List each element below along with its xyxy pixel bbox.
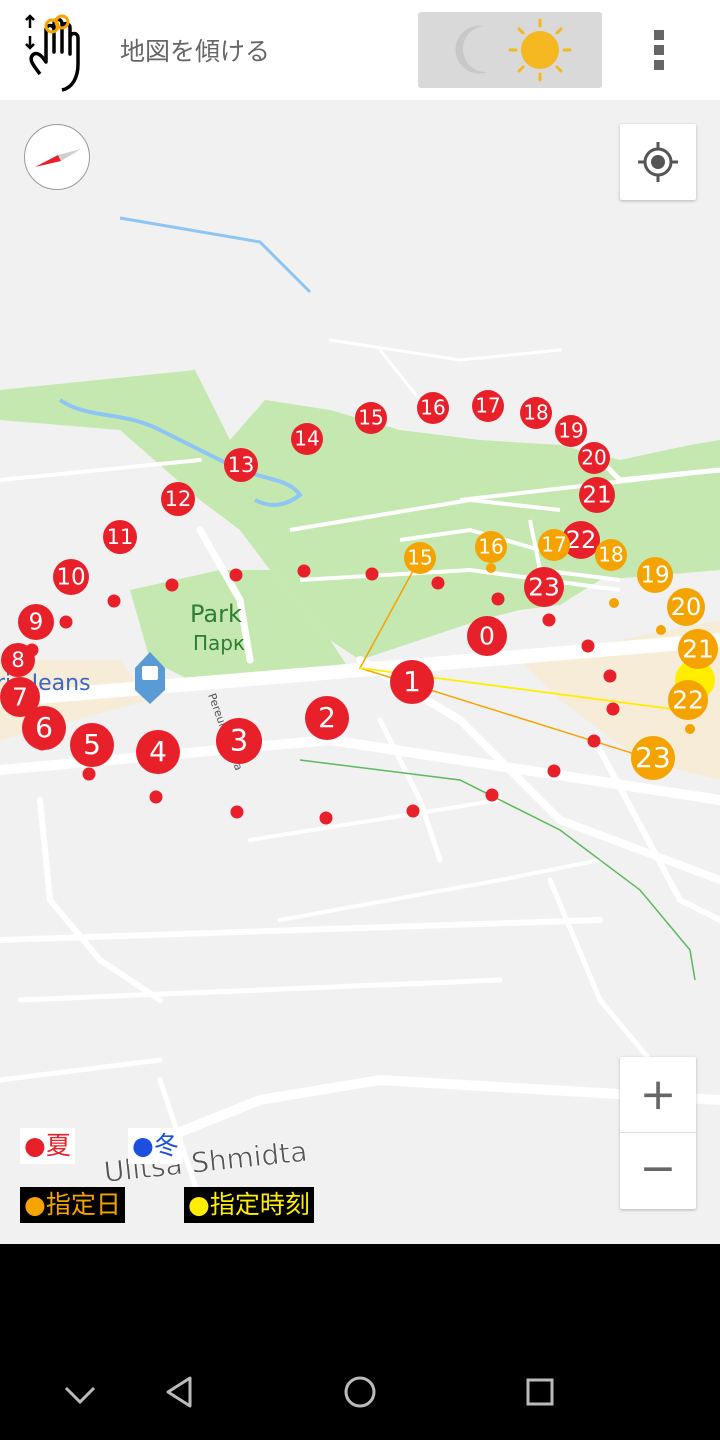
system-navbar bbox=[0, 1244, 720, 1440]
date-hour-marker-label: 20 bbox=[671, 593, 702, 621]
legend-summer: ●夏 bbox=[20, 1128, 75, 1164]
summer-hour-marker-label: 12 bbox=[165, 487, 192, 511]
date-hour-marker-label: 15 bbox=[407, 546, 432, 570]
sun-path-dot bbox=[229, 568, 243, 582]
hand-swipe-icon[interactable] bbox=[18, 12, 104, 92]
sun-path-dot bbox=[431, 576, 445, 590]
sun-path-dot bbox=[486, 563, 496, 573]
summer-hour-marker-label: 21 bbox=[582, 483, 611, 509]
summer-hour-marker-label: 13 bbox=[228, 453, 255, 477]
summer-hour-marker-label: 3 bbox=[230, 724, 248, 758]
summer-hour-marker-label: 4 bbox=[149, 735, 167, 768]
compass-icon bbox=[35, 149, 81, 167]
sun-path-dot bbox=[606, 702, 620, 716]
sun-path-dot bbox=[230, 805, 244, 819]
zoom-in-button[interactable]: + bbox=[620, 1057, 696, 1133]
summer-hour-marker-label: 8 bbox=[11, 648, 24, 672]
summer-hour-marker-label: 9 bbox=[29, 610, 44, 636]
sun-path-dot bbox=[491, 592, 505, 606]
summer-hour-marker-label: 7 bbox=[12, 682, 28, 711]
legend-specified-time: ●指定時刻 bbox=[184, 1187, 314, 1223]
summer-hour-marker-label: 18 bbox=[523, 401, 548, 425]
home-icon[interactable] bbox=[340, 1372, 380, 1412]
sun-path-dot bbox=[107, 594, 121, 608]
sun-path-dot bbox=[485, 788, 499, 802]
chevron-down-icon[interactable] bbox=[60, 1376, 100, 1416]
sun-path-dot bbox=[609, 598, 619, 608]
compass-button[interactable] bbox=[24, 124, 90, 190]
park-label-ru: Парк bbox=[193, 631, 245, 655]
my-location-button[interactable] bbox=[620, 124, 696, 200]
summer-hour-marker-label: 22 bbox=[566, 526, 597, 554]
legend-winter: ●冬 bbox=[128, 1128, 183, 1164]
sun-path-dot bbox=[59, 615, 73, 629]
page-title: 地図を傾ける bbox=[120, 37, 271, 66]
summer-hour-marker-label: 16 bbox=[420, 396, 445, 420]
summer-hour-marker-label: 23 bbox=[528, 572, 560, 601]
date-hour-marker-label: 18 bbox=[598, 543, 623, 567]
map-view[interactable]: Park Парк ria Jeans Ulitsa Shmidta Pereu… bbox=[0, 100, 720, 1244]
summer-hour-marker-label: 15 bbox=[358, 406, 383, 430]
summer-hour-marker-label: 11 bbox=[107, 525, 134, 549]
date-hour-marker-label: 22 bbox=[672, 685, 704, 714]
summer-hour-marker-label: 5 bbox=[83, 728, 101, 761]
my-location-icon bbox=[638, 142, 678, 182]
date-hour-marker-label: 19 bbox=[640, 563, 669, 589]
sun-icon bbox=[508, 18, 572, 82]
park-label: Park bbox=[190, 600, 242, 628]
sun-path-dot bbox=[149, 790, 163, 804]
sun-path-dot bbox=[581, 639, 595, 653]
summer-hour-marker-label: 17 bbox=[475, 394, 500, 418]
date-hour-marker-label: 21 bbox=[682, 634, 714, 663]
zoom-in-label: + bbox=[640, 1069, 677, 1120]
day-night-toggle[interactable] bbox=[418, 12, 602, 88]
sun-path-dot bbox=[685, 724, 695, 734]
more-vert-icon[interactable] bbox=[642, 28, 678, 72]
legend-specified-date: ●指定日 bbox=[20, 1187, 125, 1223]
sun-path-dot bbox=[406, 804, 420, 818]
sun-path-dot bbox=[542, 613, 556, 627]
sun-path-dot bbox=[365, 567, 379, 581]
summer-hour-marker-label: 20 bbox=[581, 446, 606, 470]
summer-hour-marker-label: 2 bbox=[318, 701, 336, 734]
date-hour-marker-label: 16 bbox=[478, 535, 503, 559]
date-hour-marker-label: 17 bbox=[541, 533, 566, 557]
zoom-out-button[interactable]: − bbox=[620, 1133, 696, 1208]
sun-path-dot bbox=[319, 811, 333, 825]
summer-hour-marker-label: 0 bbox=[479, 621, 495, 650]
sun-path-dot bbox=[603, 669, 617, 683]
zoom-out-label: − bbox=[640, 1143, 677, 1194]
summer-hour-marker-label: 10 bbox=[56, 565, 85, 591]
zoom-controls: + − bbox=[620, 1057, 696, 1209]
sun-path-dot bbox=[297, 564, 311, 578]
sun-path-dot bbox=[547, 764, 561, 778]
back-icon[interactable] bbox=[160, 1372, 200, 1412]
date-hour-marker-label: 23 bbox=[635, 741, 671, 774]
summer-hour-marker-label: 1 bbox=[403, 665, 421, 698]
summer-hour-marker-label: 19 bbox=[558, 419, 583, 443]
sun-path-dot bbox=[82, 767, 96, 781]
sun-path-dot bbox=[165, 578, 179, 592]
sun-path-dot bbox=[656, 625, 666, 635]
summer-hour-marker-label: 14 bbox=[294, 427, 319, 451]
moon-icon bbox=[455, 25, 488, 74]
app-toolbar: 地図を傾ける bbox=[0, 0, 720, 100]
recents-icon[interactable] bbox=[520, 1372, 560, 1412]
sun-path-dot bbox=[587, 734, 601, 748]
summer-hour-marker-label: 6 bbox=[35, 711, 53, 744]
